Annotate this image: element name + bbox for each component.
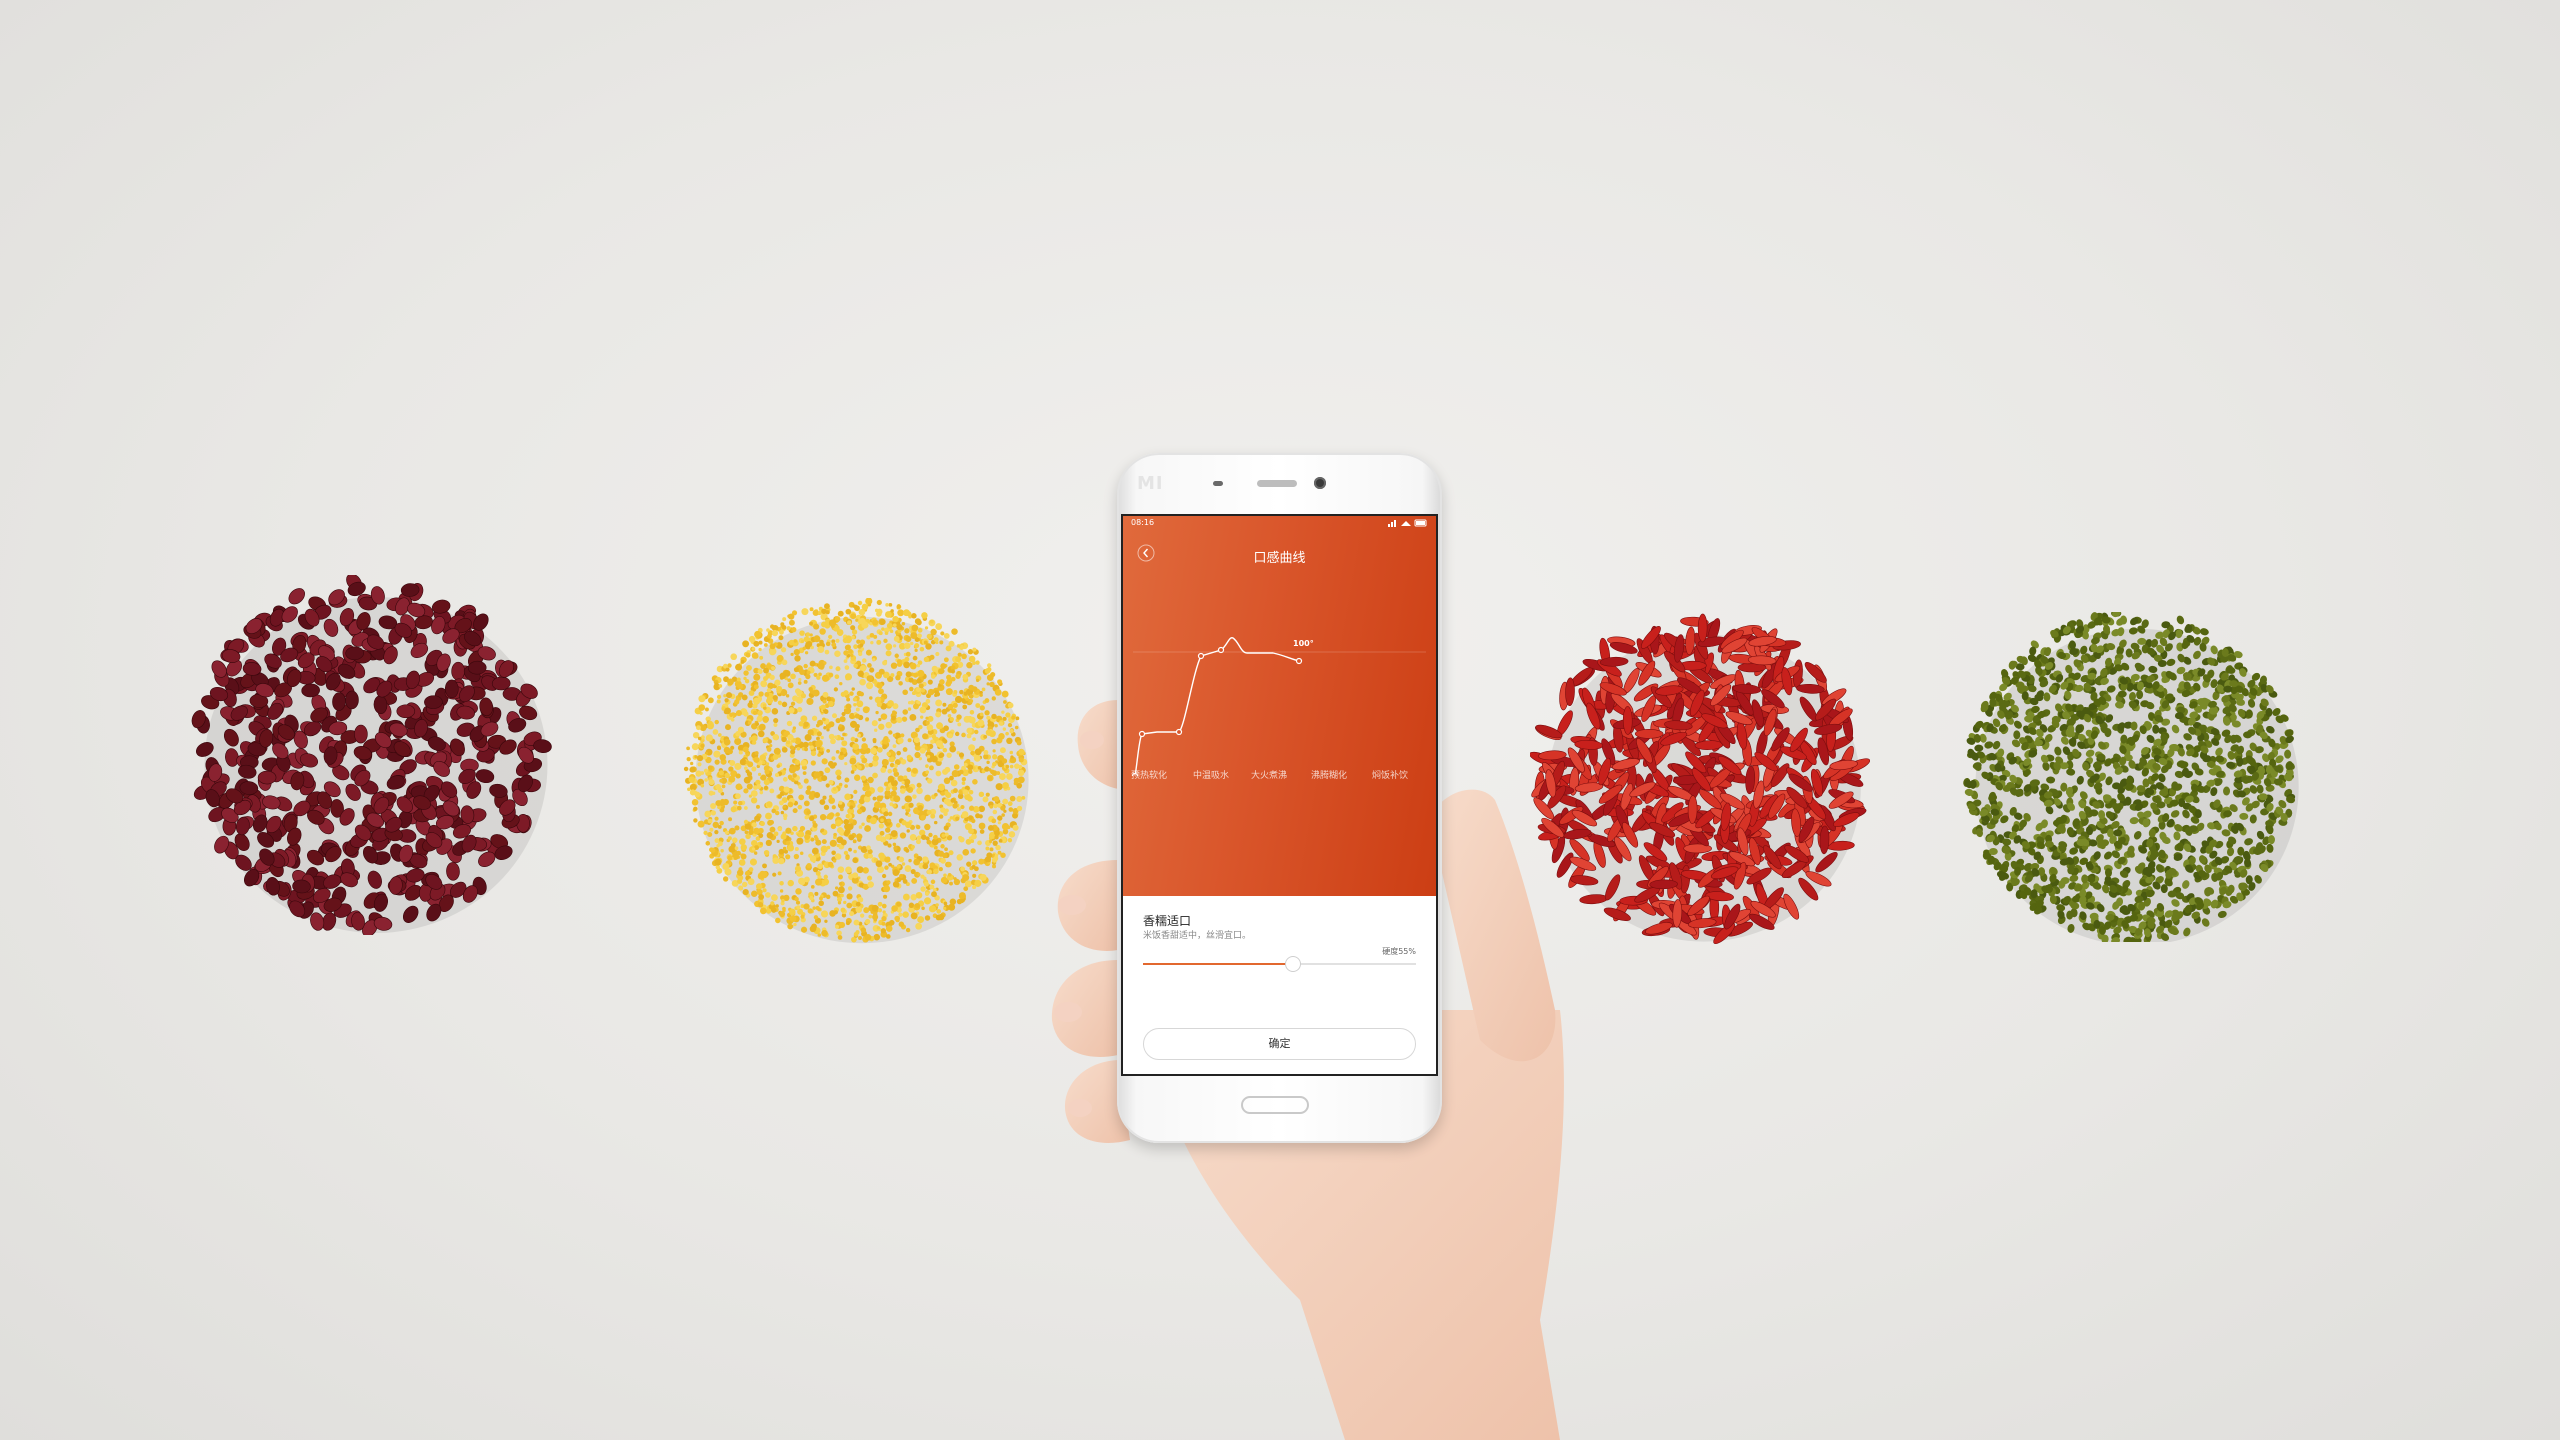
signal-battery-icon (1388, 519, 1427, 527)
taste-curve-chart: 100° (1131, 637, 1426, 776)
peak-temperature-label: 100° (1293, 639, 1314, 648)
curve-point (1138, 730, 1146, 738)
earpiece (1257, 480, 1297, 487)
hardness-label: 硬度55% (1382, 947, 1416, 956)
taste-panel: 香糯适口 米饭香甜适中，丝滑宜口。 硬度55% 确定 (1123, 896, 1436, 1074)
taste-heading: 香糯适口 (1143, 914, 1192, 928)
x-tick-label: 大火煮沸 (1250, 771, 1288, 781)
front-camera (1314, 477, 1326, 489)
chart-x-labels: 预热软化 中温吸水 大火煮沸 沸腾糊化 焖饭补饮 (1131, 768, 1431, 782)
confirm-button[interactable]: 确定 (1143, 1028, 1416, 1060)
smartphone: MI 08:16 口感曲线 100° 预热软化 中温吸水 大火煮沸 沸腾糊化 焖… (1117, 453, 1442, 1143)
status-time: 08:16 (1131, 518, 1155, 527)
hardness-slider-track[interactable] (1143, 963, 1416, 965)
curve-point (1217, 646, 1225, 654)
curve-point (1295, 657, 1303, 665)
status-bar: 08:16 (1131, 518, 1428, 530)
brand-logo: MI (1137, 473, 1164, 494)
x-tick-label: 焖饭补饮 (1371, 771, 1409, 781)
corn-grit-pile (678, 598, 1038, 948)
proximity-sensor (1213, 481, 1223, 486)
x-tick-label: 中温吸水 (1192, 771, 1230, 781)
goji-berry-pile (1530, 610, 1870, 950)
mung-bean-pile (1955, 612, 2310, 942)
taste-description: 米饭香甜适中，丝滑宜口。 (1143, 931, 1252, 941)
red-bean-pile (190, 575, 570, 935)
curve-point (1175, 728, 1183, 736)
page-title: 口感曲线 (1253, 551, 1306, 566)
hardness-slider-thumb[interactable] (1285, 956, 1302, 972)
taste-curve-line (1134, 637, 1300, 776)
hardness-slider-fill (1143, 963, 1294, 965)
x-tick-label: 预热软化 (1130, 771, 1168, 781)
x-tick-label: 沸腾糊化 (1310, 771, 1348, 781)
curve-point (1197, 652, 1205, 660)
app-header-area: 08:16 口感曲线 100° 预热软化 中温吸水 大火煮沸 沸腾糊化 焖饭补饮 (1123, 516, 1436, 896)
home-button[interactable] (1241, 1096, 1309, 1114)
phone-screen: 08:16 口感曲线 100° 预热软化 中温吸水 大火煮沸 沸腾糊化 焖饭补饮 (1121, 514, 1438, 1076)
